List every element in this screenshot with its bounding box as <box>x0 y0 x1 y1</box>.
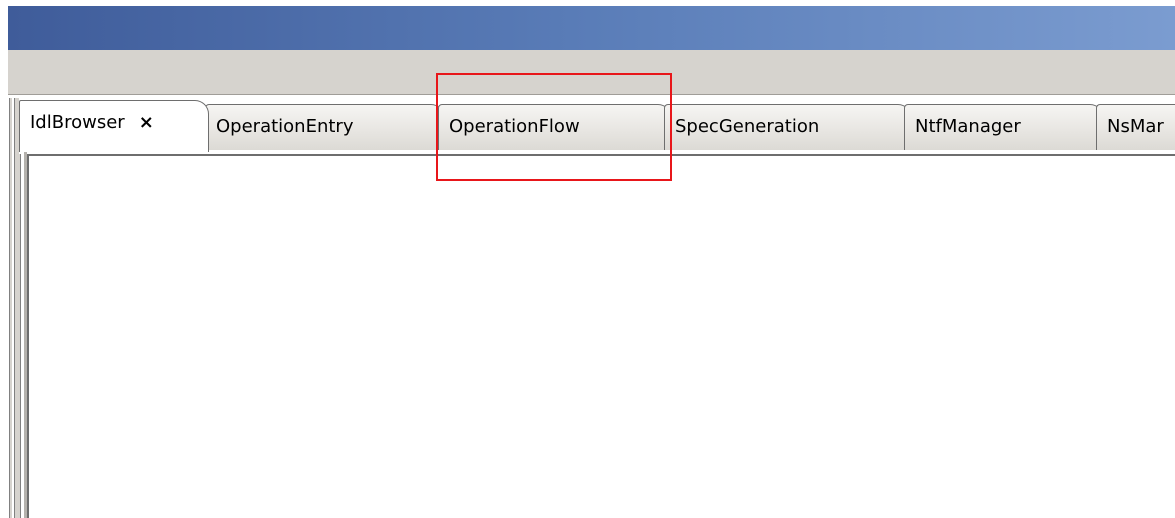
tab-nsmanager[interactable]: NsMar <box>1096 104 1175 150</box>
left-frame-inner-border <box>12 98 15 518</box>
tab-operationentry[interactable]: OperationEntry <box>205 104 445 150</box>
left-frame-border <box>9 98 21 518</box>
tab-label: SpecGeneration <box>675 116 820 137</box>
close-icon[interactable]: × <box>139 101 154 145</box>
tab-content-panel <box>27 154 1175 518</box>
tab-label: IdlBrowser <box>30 112 125 133</box>
tab-label: OperationEntry <box>216 116 354 137</box>
tab-label: NsMar <box>1107 116 1164 137</box>
application-window: IdlBrowser × OperationEntry OperationFlow… <box>0 0 1175 518</box>
tab-specgeneration[interactable]: SpecGeneration <box>664 104 912 150</box>
tab-label: NtfManager <box>915 116 1021 137</box>
tab-label: OperationFlow <box>449 116 580 137</box>
tab-operationflow[interactable]: OperationFlow <box>438 104 672 150</box>
tab-idlbrowser[interactable]: IdlBrowser × <box>19 100 209 152</box>
tab-ntfmanager[interactable]: NtfManager <box>904 104 1104 150</box>
toolbar <box>8 50 1175 95</box>
title-bar <box>8 6 1175 50</box>
